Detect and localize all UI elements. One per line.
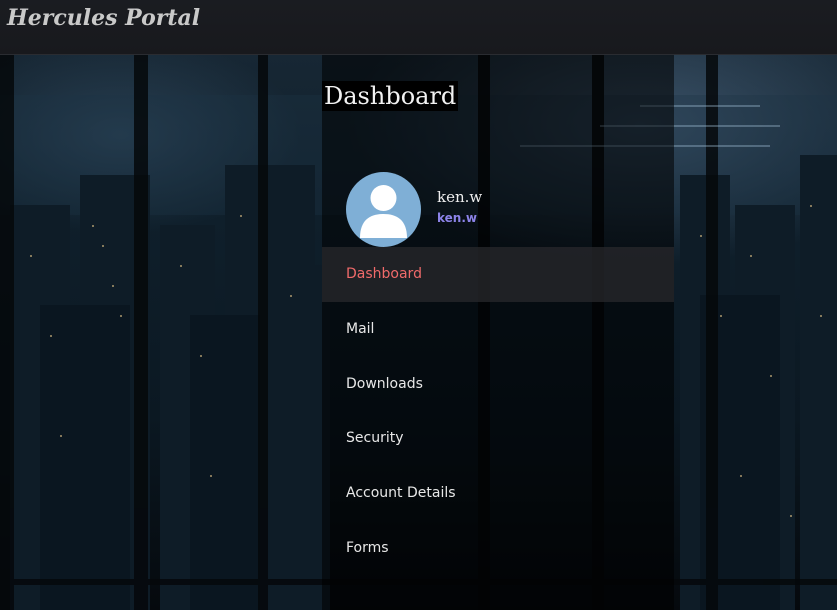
brand-logo[interactable]: Hercules Portal <box>7 5 200 31</box>
top-bar: Hercules Portal <box>0 0 837 55</box>
user-silhouette-icon <box>360 185 407 238</box>
username: ken.w <box>437 188 483 206</box>
menu-item-forms[interactable]: Forms <box>322 521 674 576</box>
user-handle-link[interactable]: ken.w <box>437 211 477 225</box>
menu-item-account-details[interactable]: Account Details <box>322 466 674 521</box>
menu-item-downloads[interactable]: Downloads <box>322 357 674 412</box>
avatar <box>346 172 421 247</box>
page-title: Dashboard <box>322 81 459 111</box>
menu-item-dashboard[interactable]: Dashboard <box>322 247 674 302</box>
menu-item-mail[interactable]: Mail <box>322 302 674 357</box>
user-profile: ken.w ken.w <box>346 172 646 248</box>
sidebar-menu: Dashboard Mail Downloads Security Accoun… <box>322 247 674 576</box>
menu-item-security[interactable]: Security <box>322 411 674 466</box>
